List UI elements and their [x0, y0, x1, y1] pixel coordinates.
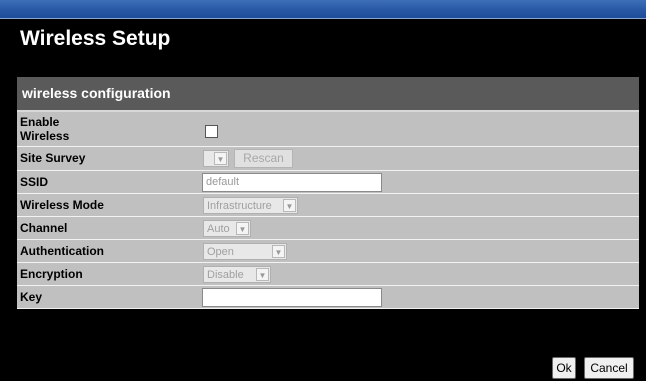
- window-title-bar: [0, 0, 646, 19]
- ok-button[interactable]: Ok: [552, 357, 576, 379]
- authentication-label: Authentication: [20, 244, 104, 258]
- row-ssid: SSID default: [17, 171, 639, 194]
- chevron-down-icon: ▼: [272, 245, 285, 258]
- row-channel: Channel Auto ▼: [17, 217, 639, 240]
- channel-select[interactable]: Auto ▼: [203, 220, 251, 237]
- chevron-down-icon: ▼: [283, 199, 296, 212]
- encryption-label: Encryption: [20, 267, 83, 281]
- ssid-input[interactable]: default: [202, 173, 382, 192]
- row-key: Key: [17, 286, 639, 309]
- row-enable-wireless: Enable Wireless: [17, 112, 639, 147]
- key-label: Key: [20, 290, 43, 304]
- chevron-down-icon: ▼: [214, 152, 227, 165]
- section-header: wireless configuration: [17, 77, 639, 112]
- enable-wireless-label: Enable Wireless: [20, 115, 70, 143]
- cancel-button[interactable]: Cancel: [584, 357, 634, 379]
- row-wireless-mode: Wireless Mode Infrastructure ▼: [17, 194, 639, 217]
- chevron-down-icon: ▼: [236, 222, 249, 235]
- wireless-config-panel: wireless configuration Enable Wireless S…: [17, 77, 639, 309]
- site-survey-select[interactable]: ▼: [203, 150, 229, 167]
- row-authentication: Authentication Open ▼: [17, 240, 639, 263]
- enable-wireless-checkbox[interactable]: [205, 125, 218, 138]
- row-site-survey: Site Survey ▼ Rescan: [17, 147, 639, 171]
- page-title: Wireless Setup: [20, 27, 171, 50]
- encryption-select[interactable]: Disable ▼: [203, 266, 271, 283]
- key-input[interactable]: [202, 288, 382, 307]
- site-survey-label: Site Survey: [20, 151, 86, 165]
- ssid-label: SSID: [20, 175, 49, 189]
- rescan-button[interactable]: Rescan: [234, 149, 293, 168]
- wireless-mode-select[interactable]: Infrastructure ▼: [203, 197, 298, 214]
- wireless-mode-label: Wireless Mode: [20, 198, 104, 212]
- channel-label: Channel: [20, 221, 68, 235]
- chevron-down-icon: ▼: [256, 268, 269, 281]
- row-encryption: Encryption Disable ▼: [17, 263, 639, 286]
- authentication-select[interactable]: Open ▼: [203, 243, 287, 260]
